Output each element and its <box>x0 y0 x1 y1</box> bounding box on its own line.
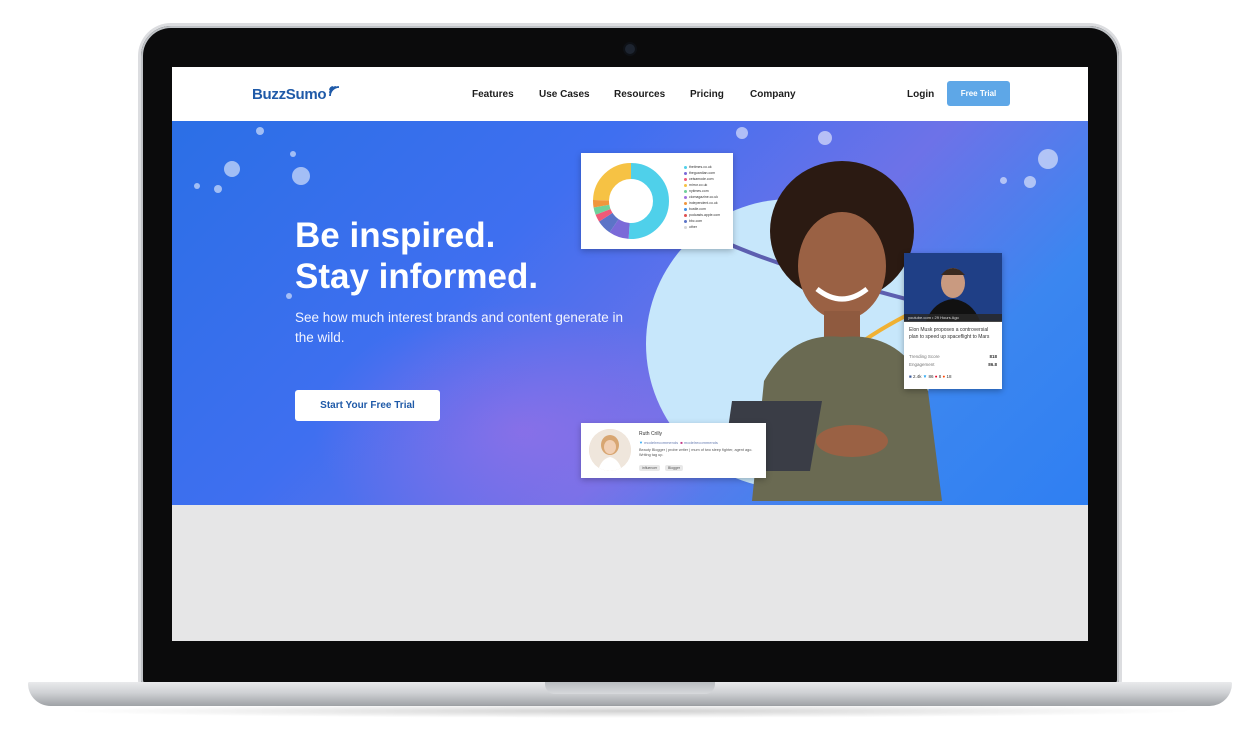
hero-headline: Be inspired. Stay informed. <box>295 215 538 297</box>
nav-features[interactable]: Features <box>472 89 514 100</box>
bubble <box>214 185 222 193</box>
instagram-icon: ■ <box>680 440 683 445</box>
legend-item: nytimes.com <box>684 189 709 193</box>
headline-line-2: Stay informed. <box>295 257 539 296</box>
influencer-profile-card: Ruth Crilly ▼ modelrecommends ■ modelrec… <box>581 423 766 478</box>
legend-item: independent.co.uk <box>684 201 718 205</box>
legend-item: other <box>684 225 697 229</box>
elon-musk-photo <box>904 253 1002 321</box>
bubble <box>292 167 310 185</box>
engagement-row: Engagement 86.8 <box>909 362 997 367</box>
twitter-icon: ▼ <box>639 440 643 445</box>
bubble <box>1038 149 1058 169</box>
profile-name[interactable]: Ruth Crilly <box>639 431 662 437</box>
tag-influencer: influencer <box>639 465 661 471</box>
legend-item: podcasts.apple.com <box>684 213 720 217</box>
trending-score-row: Trending Score 818 <box>909 354 997 359</box>
news-card: youtube.com • 29 Hours Ago Elon Musk pro… <box>904 253 1002 389</box>
nav-resources[interactable]: Resources <box>614 89 665 100</box>
donut-chart <box>593 163 669 239</box>
legend-item: ceisamode.com <box>684 177 714 181</box>
bubble <box>286 293 292 299</box>
tag-blogger: Blogger <box>665 465 684 471</box>
avatar <box>589 429 631 471</box>
pinterest-icon: ● <box>934 374 938 379</box>
buzzsumo-logo[interactable]: BuzzSumo <box>252 86 327 103</box>
news-thumbnail <box>904 253 1002 321</box>
legend-item: theguardian.com <box>684 171 715 175</box>
start-free-trial-button[interactable]: Start Your Free Trial <box>295 390 440 421</box>
login-link[interactable]: Login <box>907 89 934 100</box>
navbar: BuzzSumo Features Use Cases Resources Pr… <box>172 67 1088 121</box>
bubble <box>256 127 264 135</box>
nav-pricing[interactable]: Pricing <box>690 89 724 100</box>
hero-section: Be inspired. Stay informed. See how much… <box>172 121 1088 505</box>
hero-subheadline: See how much interest brands and content… <box>295 310 623 345</box>
signal-wave-icon <box>329 86 340 97</box>
nav-use-cases[interactable]: Use Cases <box>539 89 590 100</box>
reddit-icon: ● <box>942 374 946 379</box>
free-trial-button[interactable]: Free Trial <box>947 81 1010 106</box>
laptop-shadow <box>60 704 1200 718</box>
news-meta: youtube.com • 29 Hours Ago <box>904 314 1002 322</box>
legend-item: bbc.com <box>684 219 702 223</box>
bubble <box>1024 176 1036 188</box>
headline-line-1: Be inspired. <box>295 216 496 255</box>
legend-item: bustle.com <box>684 207 706 211</box>
profile-handles: ▼ modelrecommends ■ modelrecommends <box>639 440 718 445</box>
webcam-icon <box>625 44 635 54</box>
bubble <box>736 127 748 139</box>
donut-chart-card: thetimes.co.uk theguardian.com ceisamode… <box>581 153 733 249</box>
browser-viewport: BuzzSumo Features Use Cases Resources Pr… <box>172 67 1088 641</box>
news-title[interactable]: Elon Musk proposes a controversial plan … <box>909 327 997 341</box>
twitter-icon: ▼ <box>922 374 928 379</box>
profile-bio: Beauty Blogger | probe writer | mum of t… <box>639 448 753 457</box>
legend-item: thetimes.co.uk <box>684 165 712 169</box>
bubble <box>224 161 240 177</box>
bubble <box>1000 177 1007 184</box>
bubble <box>290 151 296 157</box>
laptop-notch <box>545 682 715 694</box>
legend-item: ciomagazine.co.uk <box>684 195 718 199</box>
nav-company[interactable]: Company <box>750 89 796 100</box>
facebook-icon: ■ <box>909 374 912 379</box>
social-counts: ■ 2.4k ▼ 86 ● 8 ● 18 <box>909 374 952 379</box>
legend-item: mirror.co.uk <box>684 183 707 187</box>
bubble <box>194 183 200 189</box>
